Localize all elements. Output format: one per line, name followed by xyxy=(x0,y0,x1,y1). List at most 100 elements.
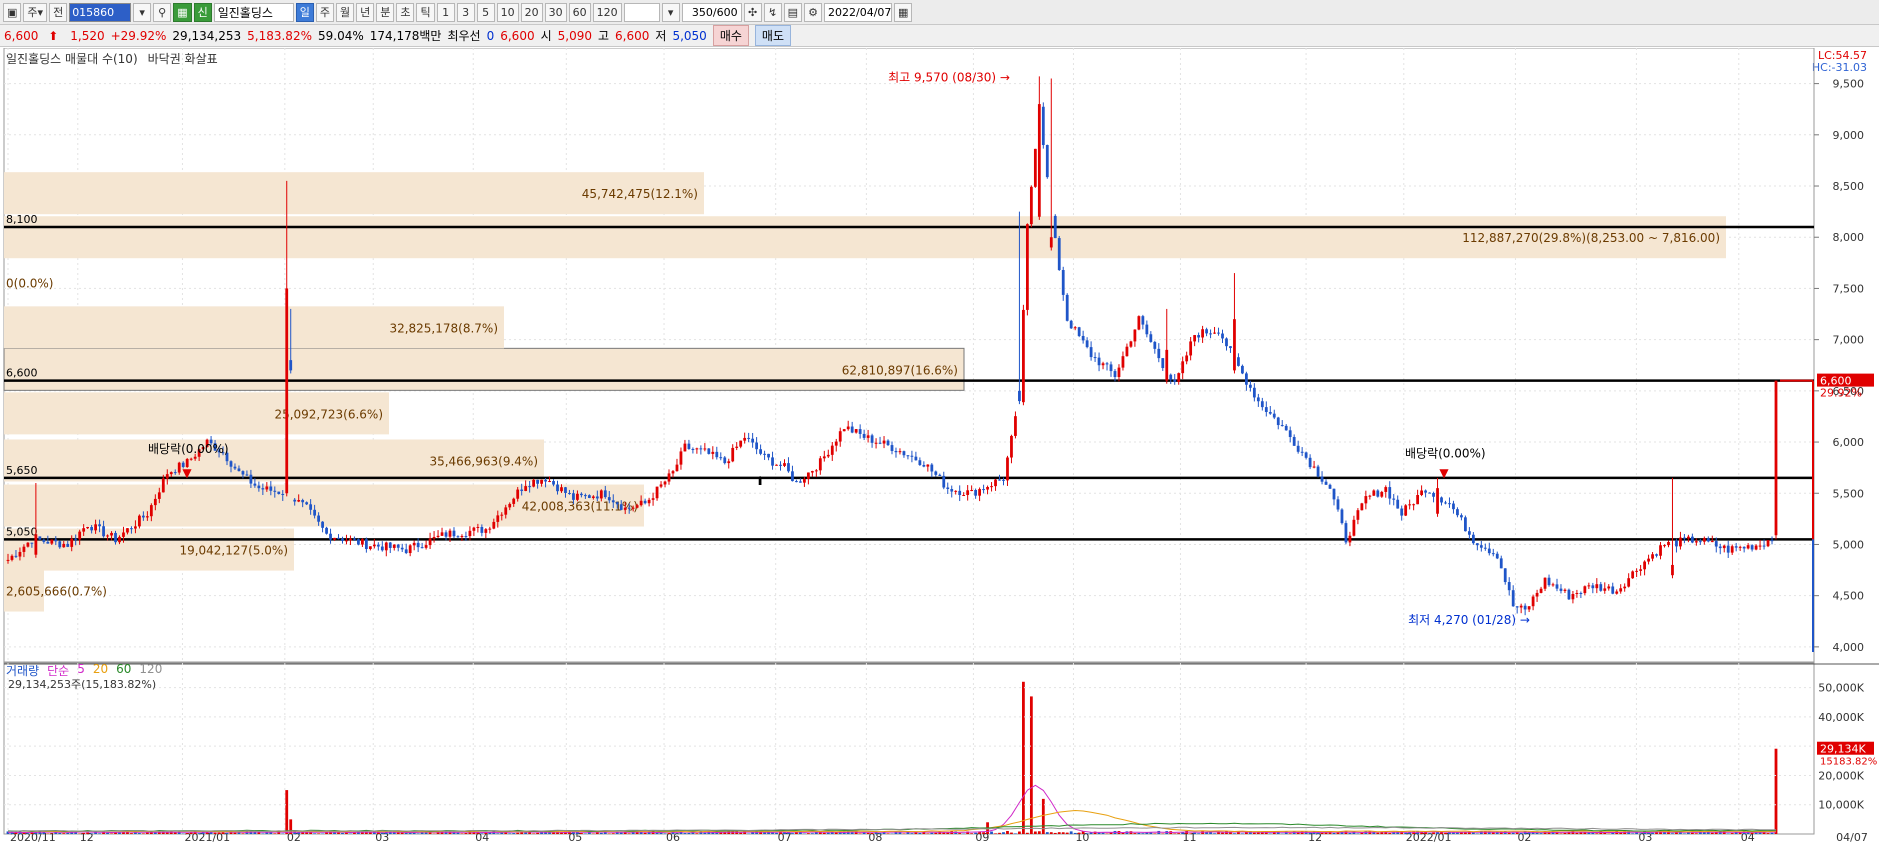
calendar-icon[interactable]: ▦ xyxy=(894,2,913,22)
best-label: 최우선 xyxy=(447,29,481,43)
prev-toggle[interactable]: 전 xyxy=(49,2,68,22)
stock-name-field[interactable]: 일진홀딩스 xyxy=(213,2,294,22)
candle-body xyxy=(484,529,488,533)
volume-bar xyxy=(1424,832,1427,834)
volume-bar xyxy=(858,833,862,834)
candle-body xyxy=(361,539,364,545)
candle-body xyxy=(1073,327,1077,329)
candle-body xyxy=(1511,590,1515,607)
volume-bar xyxy=(1065,832,1069,834)
interval-10[interactable]: 10 xyxy=(496,2,519,22)
buy-button[interactable]: 매수 xyxy=(712,25,749,46)
candle-body xyxy=(1328,484,1332,489)
count-input[interactable]: 350/600 xyxy=(681,2,742,22)
candle-body xyxy=(966,490,970,495)
candle-body xyxy=(1483,547,1487,549)
interval-1[interactable]: 1 xyxy=(436,2,455,22)
volume-bar xyxy=(1726,833,1730,834)
candle-body xyxy=(679,451,683,465)
candle-body xyxy=(149,505,153,517)
tab-minute[interactable]: 분 xyxy=(376,2,395,22)
candle-body xyxy=(1690,536,1694,543)
candle-body xyxy=(516,489,520,499)
candle-body xyxy=(1663,545,1666,547)
volume-bar xyxy=(806,833,810,834)
window-icon[interactable]: ▣ xyxy=(3,2,22,22)
volume-bar xyxy=(1690,832,1694,834)
candle-body xyxy=(1177,373,1181,382)
candle-body xyxy=(528,486,532,488)
candle-body xyxy=(1471,534,1475,544)
interval-60[interactable]: 60 xyxy=(568,2,591,22)
candle-body xyxy=(1213,332,1216,334)
volume-bar xyxy=(902,833,906,834)
code-dropdown-icon[interactable]: ▾ xyxy=(133,2,152,22)
volume-bar xyxy=(273,833,277,834)
tab-tick[interactable]: 틱 xyxy=(416,2,435,22)
candle-body xyxy=(671,471,675,474)
candle-body xyxy=(994,479,997,487)
price-chart[interactable]: 4,0004,5005,0005,5006,0006,5007,0007,500… xyxy=(0,48,1879,854)
interval-120[interactable]: 120 xyxy=(592,2,622,22)
interval-dropdown-icon[interactable]: ▾ xyxy=(661,2,680,22)
candle-body xyxy=(803,478,806,483)
trend-icon[interactable]: ↯ xyxy=(763,2,782,22)
tab-week[interactable]: 주 xyxy=(315,2,334,22)
candle-body xyxy=(1416,494,1420,505)
interval-5[interactable]: 5 xyxy=(476,2,495,22)
volume-bar xyxy=(1750,832,1754,834)
candle-body xyxy=(1448,503,1451,505)
candle-body xyxy=(902,451,906,456)
candle-body xyxy=(1384,487,1388,492)
candle-body xyxy=(520,489,524,491)
zoom-icon[interactable]: ✣ xyxy=(743,2,762,22)
candle-body xyxy=(90,526,94,531)
volume-info: 29,134,253주(15,183.82%) xyxy=(8,678,157,691)
tab-second[interactable]: 초 xyxy=(396,2,415,22)
tab-day[interactable]: 일 xyxy=(295,2,314,22)
candle-body xyxy=(388,542,392,548)
sell-button[interactable]: 매도 xyxy=(754,25,791,46)
interval-30[interactable]: 30 xyxy=(544,2,567,22)
candle-body xyxy=(1233,319,1236,371)
volume-bar xyxy=(739,832,743,834)
save-icon[interactable]: ▤ xyxy=(783,2,802,22)
volume-bar xyxy=(822,832,826,834)
credit-badge[interactable]: 신 xyxy=(193,2,212,22)
candle-body xyxy=(568,492,571,494)
candle-body xyxy=(962,494,966,496)
candle-body xyxy=(145,516,149,518)
y-tick-label: 8,000 xyxy=(1833,231,1865,244)
date-input[interactable]: 2022/04/07 xyxy=(824,2,892,22)
stock-code-input[interactable]: 015860 xyxy=(69,2,132,22)
search-icon[interactable]: ⚲ xyxy=(153,2,172,22)
candle-body xyxy=(456,536,460,538)
volume-bar xyxy=(1073,832,1077,834)
candle-body xyxy=(1145,324,1149,335)
candle-body xyxy=(675,464,679,472)
interval-20[interactable]: 20 xyxy=(520,2,543,22)
volume-bar xyxy=(1049,832,1053,834)
candle-body xyxy=(723,457,727,464)
candle-body xyxy=(1288,430,1292,438)
volume-profile-label: 35,466,963(9.4%) xyxy=(429,454,538,468)
market-select[interactable]: 주 ▾ xyxy=(23,2,48,22)
interval-3[interactable]: 3 xyxy=(456,2,475,22)
volume-bar xyxy=(281,833,285,834)
custom-interval-input[interactable] xyxy=(623,2,660,22)
gear-icon[interactable]: ⚙ xyxy=(804,2,822,22)
candle-body xyxy=(751,438,755,443)
volume-bar xyxy=(1563,832,1567,834)
chart-type-icon[interactable]: ▦ xyxy=(173,2,192,22)
candle-body xyxy=(412,542,416,546)
candle-body xyxy=(1487,548,1491,554)
candle-body xyxy=(998,479,1001,481)
tab-month[interactable]: 월 xyxy=(335,2,355,22)
volume-bar xyxy=(217,832,221,834)
volume-bar xyxy=(58,833,62,834)
tab-year[interactable]: 년 xyxy=(356,2,375,22)
volume-bar xyxy=(1444,832,1447,834)
candle-body xyxy=(46,541,50,544)
volume-bar xyxy=(1252,832,1256,834)
candle-body xyxy=(141,515,145,518)
